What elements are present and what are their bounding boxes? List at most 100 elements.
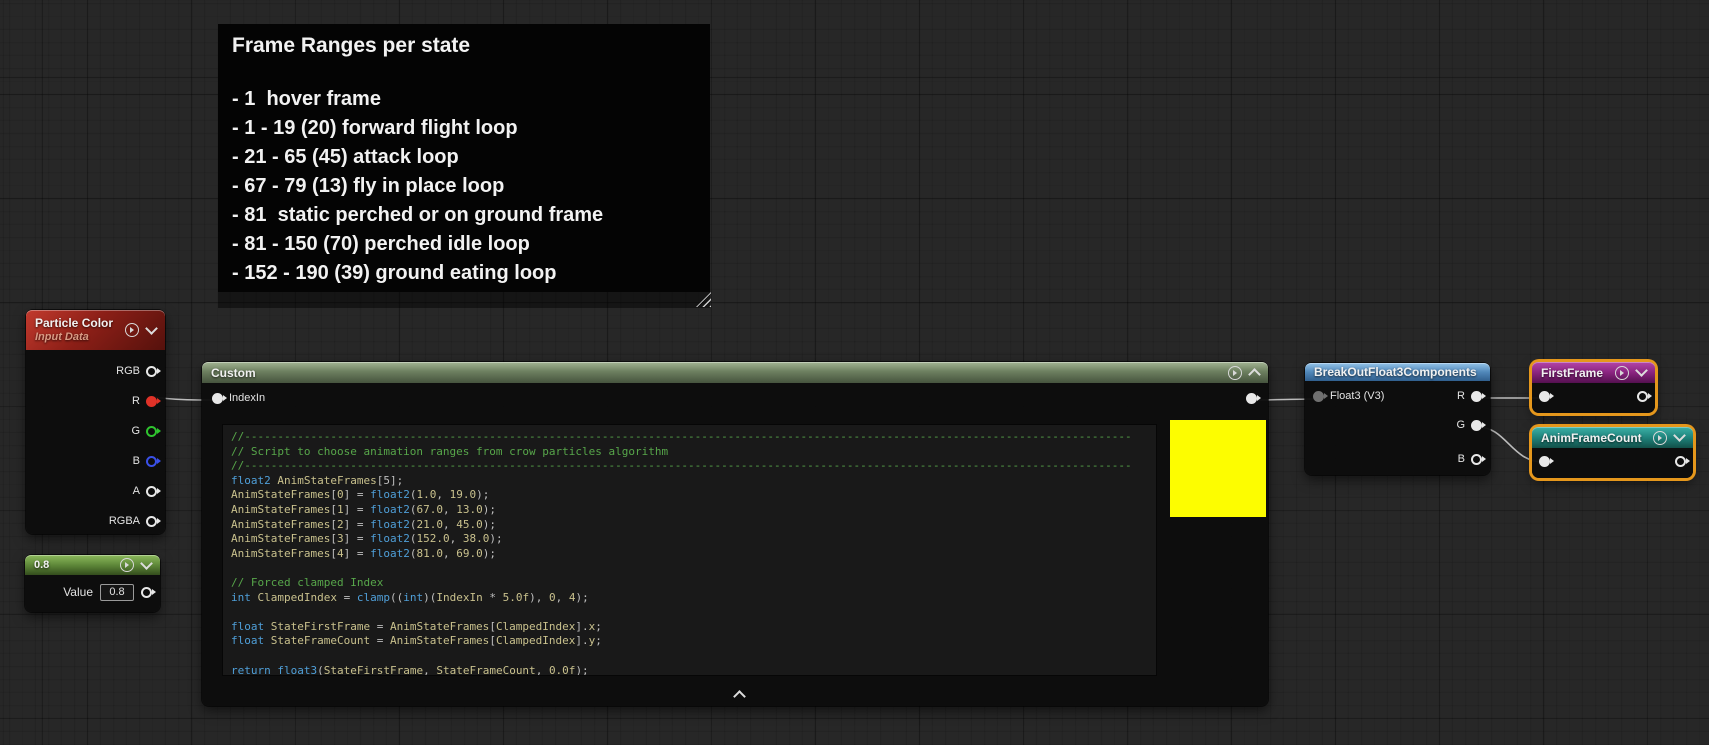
code-line: AnimStateFrames[4] = float2(81.0, 69.0); [231, 547, 1156, 562]
pin-row-g: G [26, 416, 157, 446]
code-line: //--------------------------------------… [231, 459, 1156, 474]
input-pin-indexin[interactable] [212, 393, 223, 404]
code-line: AnimStateFrames[0] = float2(1.0, 19.0); [231, 488, 1156, 503]
breakout-title: BreakOutFloat3Components [1314, 365, 1477, 379]
pin-label-out-r: R [1457, 390, 1465, 402]
pin-row-out-r: R [1457, 390, 1482, 402]
collapse-chevron-up-icon[interactable] [733, 690, 746, 703]
value-label: Value [63, 585, 93, 599]
pin-label-r: R [132, 395, 140, 407]
comment-line: - 21 - 65 (45) attack loop [232, 143, 696, 172]
comment-line: - 81 - 150 (70) perched idle loop [232, 230, 696, 259]
pin-label-out-g: G [1456, 419, 1465, 431]
pin-label-g: G [131, 425, 140, 437]
pin-row-b: B [26, 446, 157, 476]
pin-label-a: A [133, 485, 140, 497]
custom-title: Custom [211, 366, 256, 380]
pin-row-a: A [26, 476, 157, 506]
input-pin-anim-frame-count[interactable] [1539, 456, 1550, 467]
code-line [231, 605, 1156, 620]
play-icon[interactable] [1653, 431, 1667, 445]
particle-color-subtitle: Input Data [35, 330, 113, 344]
particle-color-header[interactable]: Particle Color Input Data [26, 310, 165, 350]
chevron-down-icon[interactable] [1635, 364, 1648, 377]
pin-label-float3: Float3 (V3) [1330, 390, 1384, 402]
chevron-up-icon[interactable] [1248, 368, 1261, 381]
output-pin-a[interactable] [146, 486, 157, 497]
pin-label-b: B [133, 455, 140, 467]
node-breakout-float3-components[interactable]: BreakOutFloat3Components Float3 (V3) R G… [1305, 363, 1490, 475]
code-line [231, 649, 1156, 664]
code-line: AnimStateFrames[2] = float2(21.0, 45.0); [231, 518, 1156, 533]
code-line: // Forced clamped Index [231, 576, 1156, 591]
pin-row-r: R [26, 386, 157, 416]
output-pin-value[interactable] [141, 587, 152, 598]
node-particle-color[interactable]: Particle Color Input Data RGB R G B [26, 310, 165, 534]
pin-row-out-g: G [1456, 419, 1482, 431]
custom-header[interactable]: Custom [202, 362, 1268, 383]
code-line: AnimStateFrames[1] = float2(67.0, 13.0); [231, 503, 1156, 518]
pin-label-rgba: RGBA [109, 515, 140, 527]
output-pin-r[interactable] [1471, 391, 1482, 402]
chevron-down-icon[interactable] [1673, 429, 1686, 442]
comment-line: - 152 - 190 (39) ground eating loop [232, 259, 696, 288]
output-pin-b[interactable] [1471, 454, 1482, 465]
node-constant-0-8[interactable]: 0.8 Value 0.8 [25, 555, 160, 612]
pin-row-float3: Float3 (V3) [1313, 390, 1384, 402]
code-line: // Script to choose animation ranges fro… [231, 445, 1156, 460]
output-pin-g[interactable] [1471, 420, 1482, 431]
pin-label-out-b: B [1458, 453, 1465, 465]
pin-label-indexin: IndexIn [229, 392, 265, 404]
play-icon[interactable] [1615, 366, 1629, 380]
node-first-frame[interactable]: FirstFrame [1532, 362, 1655, 413]
particle-color-title: Particle Color [35, 316, 113, 330]
comment-line: - 1 - 19 (20) forward flight loop [232, 114, 696, 143]
code-line: int ClampedIndex = clamp((int)(IndexIn *… [231, 591, 1156, 606]
input-pin-first-frame[interactable] [1539, 391, 1550, 402]
code-line: //--------------------------------------… [231, 430, 1156, 445]
first-frame-title: FirstFrame [1541, 366, 1603, 380]
pin-row-indexin: IndexIn [212, 392, 265, 404]
code-line: float2 AnimStateFrames[5]; [231, 474, 1156, 489]
comment-line: - 81 static perched or on ground frame [232, 201, 696, 230]
preview-swatch [1170, 420, 1266, 517]
comment-line: - 67 - 79 (13) fly in place loop [232, 172, 696, 201]
value-input[interactable]: 0.8 [100, 584, 134, 601]
output-pin-r[interactable] [146, 396, 157, 407]
constant-title: 0.8 [34, 559, 49, 571]
output-pin-first-frame[interactable] [1637, 391, 1648, 402]
code-line: float StateFirstFrame = AnimStateFrames[… [231, 620, 1156, 635]
pin-label-rgb: RGB [116, 365, 140, 377]
comment-line: - 1 hover frame [232, 85, 696, 114]
play-icon[interactable] [1228, 366, 1242, 380]
anim-frame-count-title: AnimFrameCount [1541, 431, 1642, 445]
chevron-down-icon[interactable] [140, 557, 153, 570]
play-icon[interactable] [125, 323, 139, 337]
output-pin-custom-result[interactable] [1246, 393, 1257, 404]
anim-frame-count-header[interactable]: AnimFrameCount [1532, 427, 1693, 448]
pin-row-rgb: RGB [26, 356, 157, 386]
output-pin-g[interactable] [146, 426, 157, 437]
comment-box[interactable]: Frame Ranges per state - 1 hover frame -… [218, 24, 710, 292]
comment-title: Frame Ranges per state [232, 34, 696, 58]
pin-row-out-b: B [1458, 453, 1482, 465]
chevron-down-icon[interactable] [145, 322, 158, 335]
output-pin-b[interactable] [146, 456, 157, 467]
code-line [231, 561, 1156, 576]
code-line: return float3(StateFirstFrame, StateFram… [231, 664, 1156, 677]
input-pin-float3[interactable] [1313, 391, 1324, 402]
node-custom[interactable]: Custom IndexIn //-----------------------… [202, 362, 1268, 706]
output-pin-rgb[interactable] [146, 366, 157, 377]
comment-footer-bar[interactable] [218, 292, 710, 308]
breakout-header[interactable]: BreakOutFloat3Components [1305, 363, 1490, 381]
play-icon[interactable] [120, 558, 134, 572]
code-line: float StateFrameCount = AnimStateFrames[… [231, 634, 1156, 649]
constant-header[interactable]: 0.8 [25, 555, 160, 575]
material-graph-canvas[interactable]: Frame Ranges per state - 1 hover frame -… [0, 0, 1709, 745]
hlsl-code-editor[interactable]: //--------------------------------------… [222, 424, 1157, 676]
output-pin-rgba[interactable] [146, 516, 157, 527]
output-pin-anim-frame-count[interactable] [1675, 456, 1686, 467]
first-frame-header[interactable]: FirstFrame [1532, 362, 1655, 383]
code-line: AnimStateFrames[3] = float2(152.0, 38.0)… [231, 532, 1156, 547]
node-anim-frame-count[interactable]: AnimFrameCount [1532, 427, 1693, 478]
